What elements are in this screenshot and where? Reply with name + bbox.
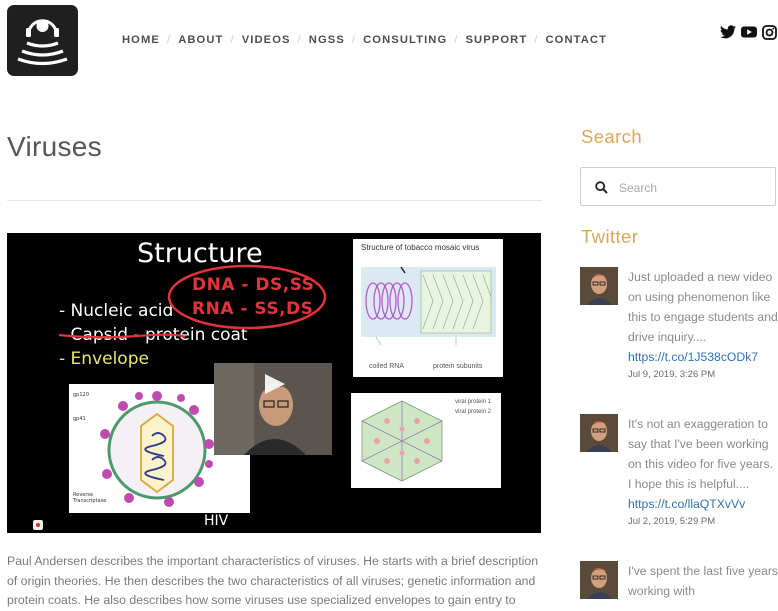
nav-videos[interactable]: VIDEOS	[242, 34, 291, 46]
avatar[interactable]	[580, 267, 618, 305]
annotation-rna: RNA - SS,DS	[192, 299, 314, 319]
search-input[interactable]	[617, 177, 771, 199]
hex-label-1: viral protein 1	[455, 399, 492, 405]
video-description: Paul Andersen describes the important ch…	[7, 554, 539, 607]
nav-separator: /	[166, 34, 172, 46]
nav-separator: /	[351, 34, 357, 46]
nav-separator: /	[230, 34, 235, 46]
svg-text:Transcriptase: Transcriptase	[72, 498, 106, 504]
search-heading: Search	[581, 126, 643, 147]
video-indicator-icon	[33, 520, 43, 530]
svg-text:gp120: gp120	[73, 392, 89, 398]
tmv-structure-illustration	[361, 266, 496, 346]
tweet-date[interactable]: Jul 2, 2019, 5:29 PM	[628, 515, 778, 529]
red-underline-annotation	[58, 333, 186, 339]
nav-contact[interactable]: CONTACT	[545, 34, 607, 46]
tmv-label-rna: coiled RNA	[369, 363, 405, 370]
nav-separator: /	[534, 34, 539, 46]
video-player[interactable]: Structure - Nucleic acid - Capsid - prot…	[7, 233, 541, 533]
site-logo[interactable]	[7, 5, 78, 76]
tweet-body: Just uploaded a new video on using pheno…	[628, 267, 778, 382]
tweet-text: Just uploaded a new video on using pheno…	[628, 270, 778, 344]
tmv-label-subunits: protein subunits	[433, 363, 483, 370]
nav-about[interactable]: ABOUT	[178, 34, 223, 46]
nav-separator: /	[297, 34, 302, 46]
play-icon[interactable]	[259, 372, 289, 396]
twitter-heading: Twitter	[581, 226, 639, 247]
tweet-text: It's not an exaggeration to say that I'v…	[628, 417, 773, 491]
tmv-diagram-panel: Structure of tobacco mosaic virus coiled…	[353, 239, 503, 377]
headphones-logo-icon	[17, 19, 68, 66]
hexagon-capsid-illustration	[361, 400, 443, 482]
nav-consulting[interactable]: CONSULTING	[363, 34, 447, 46]
red-ellipse-annotation	[167, 264, 327, 330]
search-box	[580, 167, 776, 206]
svg-text:gp41: gp41	[73, 416, 86, 422]
tmv-caption: Structure of tobacco mosaic virus	[361, 243, 480, 252]
hex-label-2: viral protein 2	[455, 409, 492, 415]
capsid-diagram-panel: viral protein 1 viral protein 2	[351, 393, 501, 488]
instagram-icon[interactable]	[762, 25, 777, 45]
tweet-link[interactable]: https://t.co/llaQTXvVv	[628, 494, 778, 514]
main-nav: HOME / ABOUT / VIDEOS / NGSS / CONSULTIN…	[122, 32, 607, 48]
avatar[interactable]	[580, 561, 618, 599]
tweet-link[interactable]: https://t.co/1J538cODk7	[628, 347, 778, 367]
annotation-dna: DNA - DS,SS	[192, 275, 315, 295]
tweet-body: I've spent the last five years working w…	[628, 561, 778, 601]
page-title: Viruses	[7, 131, 102, 162]
hiv-label: HIV	[204, 513, 229, 529]
nav-home[interactable]: HOME	[122, 34, 160, 46]
nav-support[interactable]: SUPPORT	[465, 34, 527, 46]
tweet-text: I've spent the last five years working w…	[628, 564, 778, 598]
tweet-date[interactable]: Jul 9, 2019, 3:26 PM	[628, 368, 778, 382]
twitter-icon[interactable]	[720, 25, 736, 44]
search-icon	[595, 181, 608, 194]
tweet-body: It's not an exaggeration to say that I'v…	[628, 414, 778, 529]
nav-separator: /	[454, 34, 459, 46]
youtube-icon[interactable]	[741, 25, 757, 44]
avatar[interactable]	[580, 414, 618, 452]
nav-ngss[interactable]: NGSS	[309, 34, 345, 46]
title-divider	[7, 200, 542, 201]
